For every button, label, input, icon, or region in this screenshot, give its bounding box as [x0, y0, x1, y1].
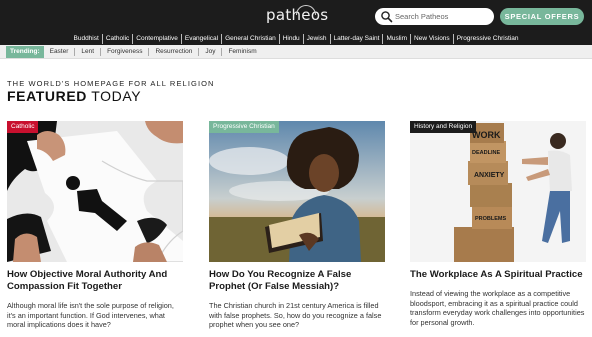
box-label-work: WORK: [472, 130, 501, 140]
box-label-deadline: DEADLINE: [472, 150, 500, 156]
nav-item-latter-day-saint[interactable]: Latter-day Saint: [331, 34, 384, 44]
search-input[interactable]: [395, 9, 489, 24]
site-header: patheos SPECIAL OFFERS: [0, 0, 592, 33]
nav-item-buddhist[interactable]: Buddhist: [71, 34, 103, 44]
article-card-2[interactable]: Progressive Christian How Do You Recogni…: [209, 121, 385, 330]
category-badge[interactable]: Catholic: [7, 121, 39, 133]
trending-item-lent[interactable]: Lent: [75, 47, 102, 56]
article-title[interactable]: The Workplace As A Spiritual Practice: [410, 269, 586, 281]
stacked-work-boxes-image: WORK DEADLINE ANXIETY PROBLEMS: [410, 121, 586, 262]
search-box[interactable]: [375, 8, 494, 25]
puzzle-hands-image: [7, 121, 183, 262]
category-nav: Buddhist Catholic Contemplative Evangeli…: [0, 33, 592, 45]
featured-title-light: TODAY: [91, 88, 142, 104]
trending-item-forgiveness[interactable]: Forgiveness: [101, 47, 150, 56]
article-image-stacked-boxes[interactable]: WORK DEADLINE ANXIETY PROBLEMS History a…: [410, 121, 586, 262]
trending-item-easter[interactable]: Easter: [44, 47, 76, 56]
category-badge[interactable]: History and Religion: [410, 121, 477, 133]
box-label-problems: PROBLEMS: [475, 216, 507, 222]
article-title[interactable]: How Objective Moral Authority And Compas…: [7, 269, 183, 293]
article-card-1[interactable]: Catholic How Objective Moral Authority A…: [7, 121, 183, 330]
woman-reading-bible-image: [209, 121, 385, 262]
article-excerpt: The Christian church in 21st century Ame…: [209, 301, 382, 329]
nav-item-contemplative[interactable]: Contemplative: [133, 34, 182, 44]
featured-heading: FEATURED TODAY: [7, 88, 141, 104]
trending-bar: Trending: Easter Lent Forgiveness Resurr…: [0, 45, 592, 59]
nav-item-evangelical[interactable]: Evangelical: [182, 34, 223, 44]
article-image-puzzle[interactable]: Catholic: [7, 121, 183, 262]
article-title[interactable]: How Do You Recognize A False Prophet (Or…: [209, 269, 385, 293]
article-image-reading-woman[interactable]: Progressive Christian: [209, 121, 385, 262]
search-icon[interactable]: [380, 10, 393, 23]
box-label-anxiety: ANXIETY: [474, 172, 505, 179]
trending-item-resurrection[interactable]: Resurrection: [149, 47, 200, 56]
nav-item-hindu[interactable]: Hindu: [280, 34, 304, 44]
article-excerpt: Instead of viewing the workplace as a co…: [410, 289, 585, 327]
nav-item-catholic[interactable]: Catholic: [103, 34, 134, 44]
trending-label: Trending:: [6, 45, 44, 58]
category-badge[interactable]: Progressive Christian: [209, 121, 279, 133]
special-offers-button[interactable]: SPECIAL OFFERS: [500, 8, 584, 25]
article-excerpt: Although moral life isn't the sole purpo…: [7, 301, 174, 329]
featured-kicker: THE WORLD'S HOMEPAGE FOR ALL RELIGION: [7, 79, 215, 88]
trending-item-joy[interactable]: Joy: [199, 47, 223, 56]
nav-item-jewish[interactable]: Jewish: [304, 34, 331, 44]
trending-item-feminism[interactable]: Feminism: [222, 48, 262, 56]
nav-item-new-visions[interactable]: New Visions: [411, 34, 454, 44]
article-card-3[interactable]: WORK DEADLINE ANXIETY PROBLEMS History a…: [410, 121, 586, 327]
nav-item-muslim[interactable]: Muslim: [383, 34, 412, 44]
featured-title-bold: FEATURED: [7, 88, 87, 104]
nav-item-general-christian[interactable]: General Christian: [222, 34, 280, 44]
nav-item-progressive-christian[interactable]: Progressive Christian: [454, 34, 522, 44]
